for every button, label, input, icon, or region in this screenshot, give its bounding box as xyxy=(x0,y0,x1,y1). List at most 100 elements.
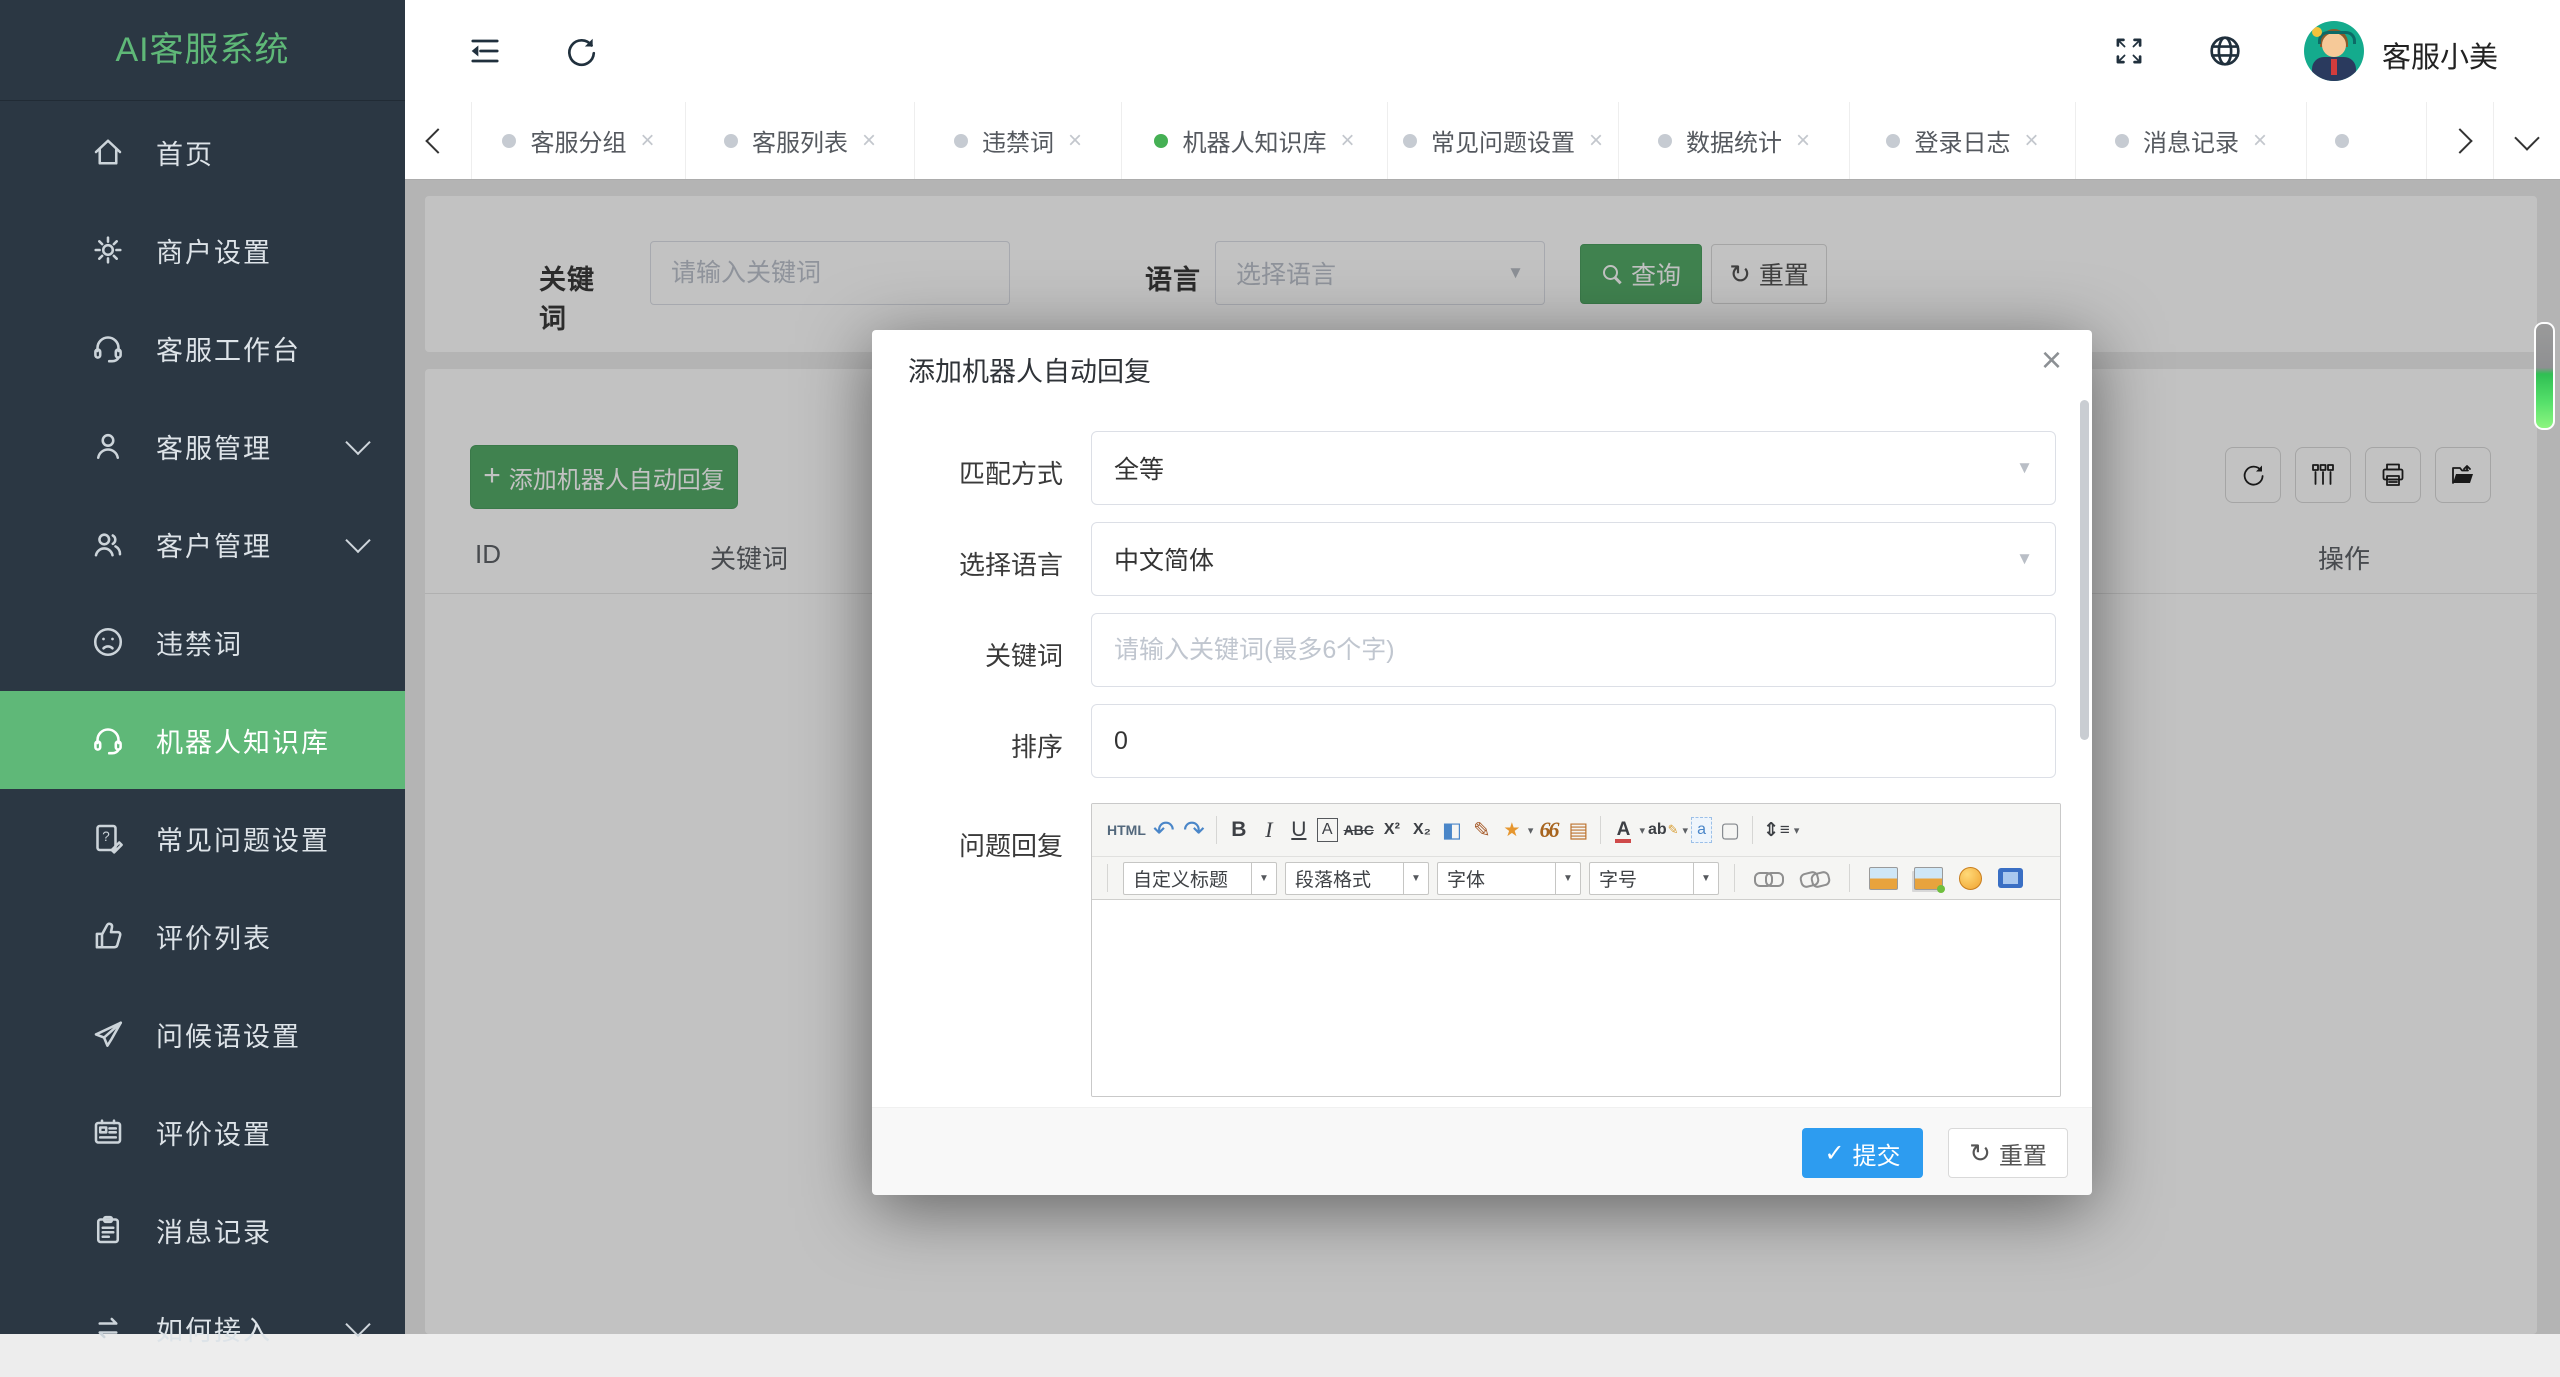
refresh-page-icon[interactable] xyxy=(557,27,605,75)
close-icon[interactable]: × xyxy=(1340,127,1354,155)
clipboard-icon xyxy=(88,1210,128,1250)
font-size-select[interactable]: 字号 ▼ xyxy=(1589,861,1719,895)
tab-banned-words[interactable]: 违禁词 × xyxy=(915,102,1122,179)
caret-down-icon: ▼ xyxy=(2016,549,2033,568)
username[interactable]: 客服小美 xyxy=(2382,34,2498,76)
quick-format-icon[interactable]: ★ xyxy=(1500,814,1524,846)
dialog-scrollbar[interactable] xyxy=(2080,400,2089,740)
sidebar-item-faq-settings[interactable]: ? 常见问题设置 xyxy=(0,789,405,887)
tab-message-log[interactable]: 消息记录 × xyxy=(2076,102,2307,179)
svg-text:?: ? xyxy=(102,829,110,844)
tab-agent-list[interactable]: 客服列表 × xyxy=(686,102,915,179)
paragraph-format-select[interactable]: 段落格式 ▼ xyxy=(1285,861,1429,895)
sidebar-item-review-list[interactable]: 评价列表 xyxy=(0,887,405,985)
close-icon[interactable]: × xyxy=(1589,127,1603,155)
undo-icon[interactable]: ↶ xyxy=(1152,814,1176,846)
language-globe-icon[interactable] xyxy=(2201,27,2249,75)
strikethrough-icon[interactable]: ABC xyxy=(1344,814,1374,846)
tab-dot-icon xyxy=(1154,133,1169,148)
new-page-icon[interactable]: ▢ xyxy=(1718,814,1742,846)
dialog-close-button[interactable]: × xyxy=(2041,342,2062,378)
sidebar-item-workbench[interactable]: 客服工作台 xyxy=(0,299,405,397)
font-family-select[interactable]: 字体 ▼ xyxy=(1437,861,1581,895)
highlight-icon[interactable]: ab xyxy=(1648,814,1679,846)
font-color-icon[interactable]: A xyxy=(1611,814,1635,846)
editor-content-area[interactable] xyxy=(1092,900,2060,1096)
tab-faq-settings[interactable]: 常见问题设置 × xyxy=(1388,102,1619,179)
sidebar-item-agent-management[interactable]: 客服管理 xyxy=(0,397,405,495)
underline-icon[interactable]: U xyxy=(1287,814,1311,846)
tab-label: 违禁词 xyxy=(981,130,1054,157)
sidebar-item-label: 消息记录 xyxy=(156,1217,272,1248)
fullscreen-icon[interactable] xyxy=(2105,27,2153,75)
sidebar-item-robot-knowledge[interactable]: 机器人知识库 xyxy=(0,691,405,789)
remove-format-icon[interactable]: ◧ xyxy=(1440,814,1464,846)
html-source-icon[interactable]: HTML xyxy=(1107,814,1146,846)
custom-heading-select[interactable]: 自定义标题 ▼ xyxy=(1123,861,1277,895)
tab-robot-knowledge[interactable]: 机器人知识库 × xyxy=(1122,102,1388,179)
sidebar-item-merchant-settings[interactable]: 商户设置 xyxy=(0,201,405,299)
tab-label: 消息记录 xyxy=(2142,130,2239,157)
sort-field-input[interactable] xyxy=(1091,704,2056,778)
keyword-field-input[interactable] xyxy=(1091,613,2056,687)
sidebar-item-customer-management[interactable]: 客户管理 xyxy=(0,495,405,593)
tabs-scroll-right-button[interactable] xyxy=(2426,102,2493,179)
sidebar-item-message-log[interactable]: 消息记录 xyxy=(0,1181,405,1279)
paste-plain-icon[interactable]: ▤ xyxy=(1566,814,1590,846)
page-scrollbar[interactable] xyxy=(2534,322,2555,430)
close-icon[interactable]: × xyxy=(2024,127,2038,155)
anchor-icon[interactable]: a xyxy=(1691,817,1712,843)
font-style-icon[interactable]: A xyxy=(1316,818,1338,842)
tab-partial[interactable] xyxy=(2307,102,2391,179)
redo-icon[interactable]: ↷ xyxy=(1182,814,1206,846)
tabs-scroll-left-button[interactable] xyxy=(405,102,472,179)
sort-field-label: 排序 xyxy=(1010,732,1063,762)
sidebar-item-label: 机器人知识库 xyxy=(156,727,330,758)
close-icon[interactable]: × xyxy=(1796,127,1810,155)
italic-icon[interactable]: I xyxy=(1257,814,1281,846)
topbar: 客服小美 xyxy=(405,0,2560,102)
tab-data-stats[interactable]: 数据统计 × xyxy=(1619,102,1850,179)
sidebar-item-greeting-settings[interactable]: 问候语设置 xyxy=(0,985,405,1083)
match-type-select[interactable]: 全等 ▼ xyxy=(1091,431,2056,505)
avatar[interactable] xyxy=(2304,21,2364,81)
language-select[interactable]: 中文简体 ▼ xyxy=(1091,522,2056,596)
superscript-icon[interactable]: X² xyxy=(1380,814,1404,846)
submit-button[interactable]: ✓ 提交 xyxy=(1802,1128,1923,1178)
close-icon[interactable]: × xyxy=(862,127,876,155)
insert-video-icon[interactable] xyxy=(1998,868,2023,888)
caret-down-icon[interactable]: ▾ xyxy=(1528,824,1534,837)
dialog-reset-button[interactable]: ↻ 重置 xyxy=(1948,1128,2068,1178)
close-icon[interactable]: × xyxy=(640,127,654,155)
sidebar-item-banned-words[interactable]: 违禁词 xyxy=(0,593,405,691)
insert-link-icon[interactable] xyxy=(1754,869,1784,887)
sidebar-item-review-settings[interactable]: 评价设置 xyxy=(0,1083,405,1181)
format-brush-icon[interactable]: ✎ xyxy=(1470,814,1494,846)
blockquote-icon[interactable]: 66 xyxy=(1536,814,1560,846)
line-height-icon[interactable]: ⇕ xyxy=(1763,814,1790,846)
close-icon[interactable]: × xyxy=(1068,127,1082,155)
close-icon[interactable]: × xyxy=(2253,127,2267,155)
tab-bar: 客服分组 × 客服列表 × 违禁词 × 机器人知识库 × 常见问题设置 × 数据… xyxy=(405,102,2560,180)
tabs-menu-button[interactable] xyxy=(2493,102,2560,179)
bold-icon[interactable]: B xyxy=(1227,814,1251,846)
sidebar-item-label: 违禁词 xyxy=(156,629,243,660)
document-question-icon: ? xyxy=(88,818,128,858)
remove-link-icon[interactable] xyxy=(1800,869,1830,887)
caret-down-icon[interactable]: ▾ xyxy=(1639,824,1645,837)
sidebar-item-label: 客服管理 xyxy=(156,433,272,464)
insert-image-icon[interactable] xyxy=(1869,866,1898,890)
caret-down-icon[interactable]: ▾ xyxy=(1683,824,1689,837)
emoji-icon[interactable] xyxy=(1959,866,1982,890)
tab-agent-groups[interactable]: 客服分组 × xyxy=(472,102,686,179)
tab-dot-icon xyxy=(2114,133,2129,148)
sidebar-item-how-to-connect[interactable]: 如何接入 xyxy=(0,1279,405,1377)
tab-login-log[interactable]: 登录日志 × xyxy=(1850,102,2076,179)
user-icon xyxy=(88,426,128,466)
collapse-sidebar-icon[interactable] xyxy=(461,27,509,75)
caret-down-icon[interactable]: ▾ xyxy=(1794,824,1800,837)
subscript-icon[interactable]: X₂ xyxy=(1410,814,1434,846)
upload-images-icon[interactable] xyxy=(1914,866,1945,893)
tab-label: 数据统计 xyxy=(1685,130,1782,157)
sidebar-item-home[interactable]: 首页 xyxy=(0,103,405,201)
